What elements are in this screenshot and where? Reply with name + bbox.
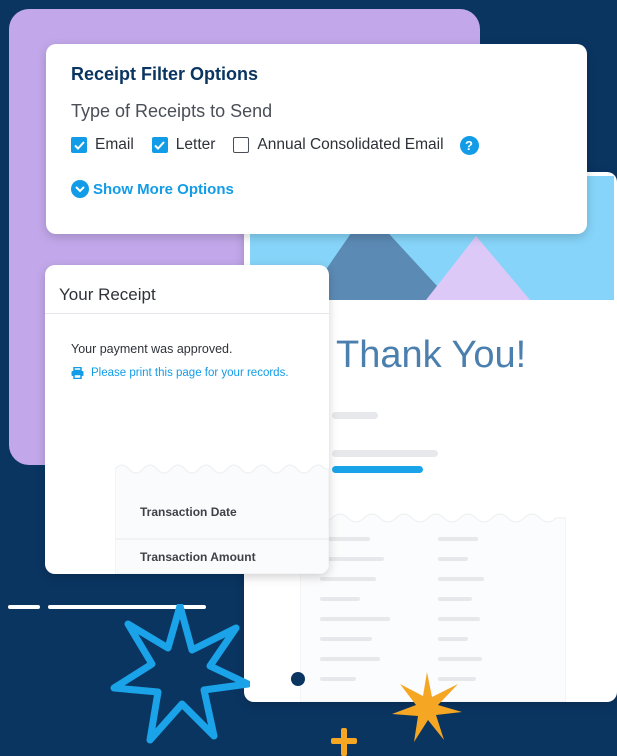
transaction-amount-label: Transaction Amount — [140, 550, 256, 564]
your-receipt-card: Your Receipt Your payment was approved. … — [45, 265, 329, 574]
filter-title: Receipt Filter Options — [71, 64, 259, 84]
chevron-down-icon — [71, 180, 89, 198]
progress-line — [332, 466, 423, 473]
email-checkbox[interactable] — [71, 137, 87, 153]
annual-consolidated-email-label: Annual Consolidated Email — [257, 136, 444, 153]
receipt-header: Your Receipt — [45, 265, 329, 314]
print-page-link[interactable]: Please print this page for your records. — [71, 367, 289, 379]
print-page-text: Please print this page for your records. — [91, 367, 289, 379]
transaction-date-label: Transaction Date — [140, 505, 237, 519]
annual-consolidated-email-checkbox[interactable] — [233, 137, 250, 153]
placeholder-line — [332, 412, 378, 419]
help-icon[interactable]: ? — [459, 135, 479, 155]
dot-icon — [291, 672, 305, 686]
check-icon — [73, 140, 85, 150]
placeholder-line — [332, 450, 438, 457]
thank-you-heading: Thank You! — [336, 334, 527, 376]
printer-icon — [71, 367, 84, 379]
star-icon — [110, 604, 250, 744]
email-option-label: Email — [95, 136, 134, 153]
show-more-options-link[interactable]: Show More Options — [71, 180, 234, 198]
receipt-filter-card: Receipt Filter Options Type of Receipts … — [46, 44, 587, 234]
sparkle-icon — [392, 672, 462, 742]
receipt-title: Your Receipt — [59, 285, 156, 304]
letter-option-label: Letter — [175, 136, 216, 153]
receipt-type-options: Email Letter Annual Consolidated Email ? — [71, 134, 479, 156]
filter-subtitle: Type of Receipts to Send — [71, 101, 273, 121]
show-more-options-label: Show More Options — [93, 180, 234, 198]
letter-checkbox[interactable] — [151, 137, 168, 153]
check-icon — [154, 140, 166, 150]
plus-icon — [331, 728, 357, 756]
payment-approved-text: Your payment was approved. — [71, 342, 233, 356]
